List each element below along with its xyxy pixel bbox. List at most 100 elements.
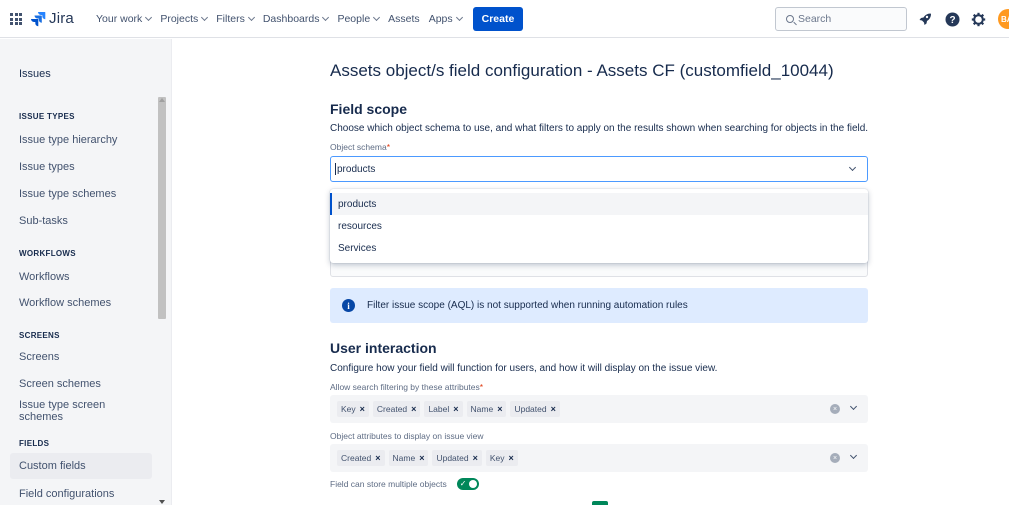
- remove-tag-icon[interactable]: ×: [360, 404, 365, 414]
- chevron-down-icon[interactable]: [849, 451, 858, 460]
- sidebar-item-custom-fields[interactable]: Custom fields: [10, 453, 152, 479]
- multiple-objects-label: Field can store multiple objects: [330, 479, 447, 489]
- clear-selection-icon[interactable]: ×: [830, 404, 840, 414]
- toggle-knob: [468, 480, 477, 488]
- chevron-down-icon: [145, 13, 153, 22]
- search-attributes-select[interactable]: Key × Created × Label × Name × Updated × ×: [330, 395, 868, 423]
- remove-tag-icon[interactable]: ×: [375, 453, 380, 463]
- object-schema-label: Object schema*: [330, 142, 390, 152]
- chevron-down-icon[interactable]: [849, 402, 858, 411]
- user-interaction-heading: User interaction: [330, 340, 437, 356]
- tag-label: Name: [392, 453, 416, 463]
- sidebar-item-issue-type-screen-schemes[interactable]: Issue type screen schemes: [10, 398, 152, 424]
- multiple-objects-toggle[interactable]: ✓: [456, 478, 479, 490]
- nav-assets[interactable]: Assets: [388, 13, 420, 25]
- remove-tag-icon[interactable]: ×: [473, 453, 478, 463]
- text-caret: [335, 163, 336, 175]
- check-icon: ✓: [459, 479, 467, 488]
- sidebar-section-heading: ISSUE TYPES: [19, 112, 75, 121]
- search-input[interactable]: Search: [775, 7, 907, 31]
- tag-label: Label: [428, 404, 450, 414]
- info-banner: i Filter issue scope (AQL) is not suppor…: [330, 288, 868, 323]
- logo-text: Jira: [49, 10, 74, 27]
- attribute-tag: Created ×: [337, 450, 385, 466]
- chevron-down-icon[interactable]: [848, 163, 857, 172]
- display-attributes-select[interactable]: Created × Name × Updated × Key × ×: [330, 444, 868, 472]
- partial-toggle-below[interactable]: [592, 501, 608, 505]
- info-icon: i: [342, 299, 355, 312]
- nav-label: Dashboards: [262, 13, 320, 25]
- jira-logo[interactable]: Jira: [30, 10, 74, 27]
- nav-dashboards[interactable]: Dashboards: [262, 13, 330, 25]
- clear-selection-icon[interactable]: ×: [830, 453, 840, 463]
- sidebar-item-issue-type-schemes[interactable]: Issue type schemes: [10, 181, 152, 207]
- object-schema-dropdown: products resources Services: [330, 189, 868, 263]
- attribute-tag: Created ×: [372, 401, 421, 417]
- required-marker: *: [386, 142, 391, 152]
- dropdown-option-resources[interactable]: resources: [330, 215, 868, 237]
- attribute-tag: Label ×: [424, 401, 463, 417]
- avatar[interactable]: BA: [998, 9, 1009, 29]
- nav-people[interactable]: People: [337, 13, 381, 25]
- scroll-up-arrow-icon[interactable]: [159, 98, 165, 102]
- info-message: Filter issue scope (AQL) is not supporte…: [367, 300, 688, 311]
- sidebar-item-workflow-schemes[interactable]: Workflow schemes: [10, 290, 152, 316]
- remove-tag-icon[interactable]: ×: [497, 404, 502, 414]
- nav-filters[interactable]: Filters: [216, 13, 255, 25]
- multiple-objects-row: Field can store multiple objects ✓: [330, 478, 479, 490]
- attribute-tag: Updated ×: [510, 401, 560, 417]
- sidebar-item-issue-types[interactable]: Issue types: [10, 154, 152, 180]
- top-navigation-bar: Jira Your work Projects Filters Dashboar…: [0, 0, 1009, 38]
- remove-tag-icon[interactable]: ×: [509, 453, 514, 463]
- search-placeholder: Search: [798, 13, 832, 25]
- main-content: Assets object/s field configuration - As…: [172, 39, 1009, 505]
- nav-label: Projects: [160, 13, 199, 25]
- label-text: Object schema: [330, 142, 387, 152]
- remove-tag-icon[interactable]: ×: [551, 404, 556, 414]
- tag-label: Updated: [514, 404, 547, 414]
- sidebar-item-screen-schemes[interactable]: Screen schemes: [10, 371, 152, 397]
- required-marker: *: [479, 382, 484, 392]
- nav-your-work[interactable]: Your work: [96, 13, 153, 25]
- tag-label: Updated: [436, 453, 469, 463]
- dropdown-option-products[interactable]: products: [330, 193, 868, 215]
- label-text: Allow search filtering by these attribut…: [330, 382, 480, 392]
- attribute-tag: Name ×: [466, 401, 507, 417]
- sidebar-item-sub-tasks[interactable]: Sub-tasks: [10, 208, 152, 234]
- remove-tag-icon[interactable]: ×: [411, 404, 416, 414]
- page-title: Assets object/s field configuration - As…: [330, 61, 834, 80]
- remove-tag-icon[interactable]: ×: [453, 404, 458, 414]
- nav-label: Apps: [428, 13, 453, 25]
- sidebar-section-heading: FIELDS: [19, 439, 50, 448]
- create-button[interactable]: Create: [472, 7, 524, 31]
- sidebar-item-workflows[interactable]: Workflows: [10, 264, 152, 290]
- tag-label: Created: [341, 453, 372, 463]
- sidebar-item-field-configurations[interactable]: Field configurations: [10, 481, 152, 505]
- sidebar-section-heading: WORKFLOWS: [19, 249, 76, 258]
- tag-label: Key: [489, 453, 505, 463]
- dropdown-option-services[interactable]: Services: [330, 237, 868, 259]
- chevron-down-icon: [201, 13, 209, 22]
- app-switcher-icon[interactable]: [10, 13, 22, 25]
- object-schema-value: products: [337, 163, 376, 175]
- sidebar-scrollbar[interactable]: [158, 97, 166, 319]
- search-icon: [786, 15, 794, 23]
- object-schema-select[interactable]: products: [330, 156, 868, 182]
- nav-apps[interactable]: Apps: [428, 13, 463, 25]
- nav-projects[interactable]: Projects: [160, 13, 209, 25]
- remove-tag-icon[interactable]: ×: [419, 453, 424, 463]
- scroll-down-arrow-icon[interactable]: [159, 500, 165, 504]
- rocket-icon[interactable]: [917, 11, 933, 27]
- sidebar-item-screens[interactable]: Screens: [10, 344, 152, 370]
- chevron-down-icon: [373, 13, 381, 22]
- display-attributes-label: Object attributes to display on issue vi…: [330, 431, 484, 441]
- nav-label: People: [337, 13, 371, 25]
- sidebar-item-issue-type-hierarchy[interactable]: Issue type hierarchy: [10, 127, 152, 153]
- jira-logo-icon: [31, 11, 46, 26]
- chevron-down-icon: [455, 13, 463, 22]
- attribute-tag: Updated ×: [432, 450, 482, 466]
- nav-label: Filters: [216, 13, 245, 25]
- help-icon[interactable]: ?: [944, 11, 960, 27]
- sidebar: Issues ISSUE TYPES Issue type hierarchy …: [0, 39, 172, 505]
- gear-icon[interactable]: [970, 11, 986, 27]
